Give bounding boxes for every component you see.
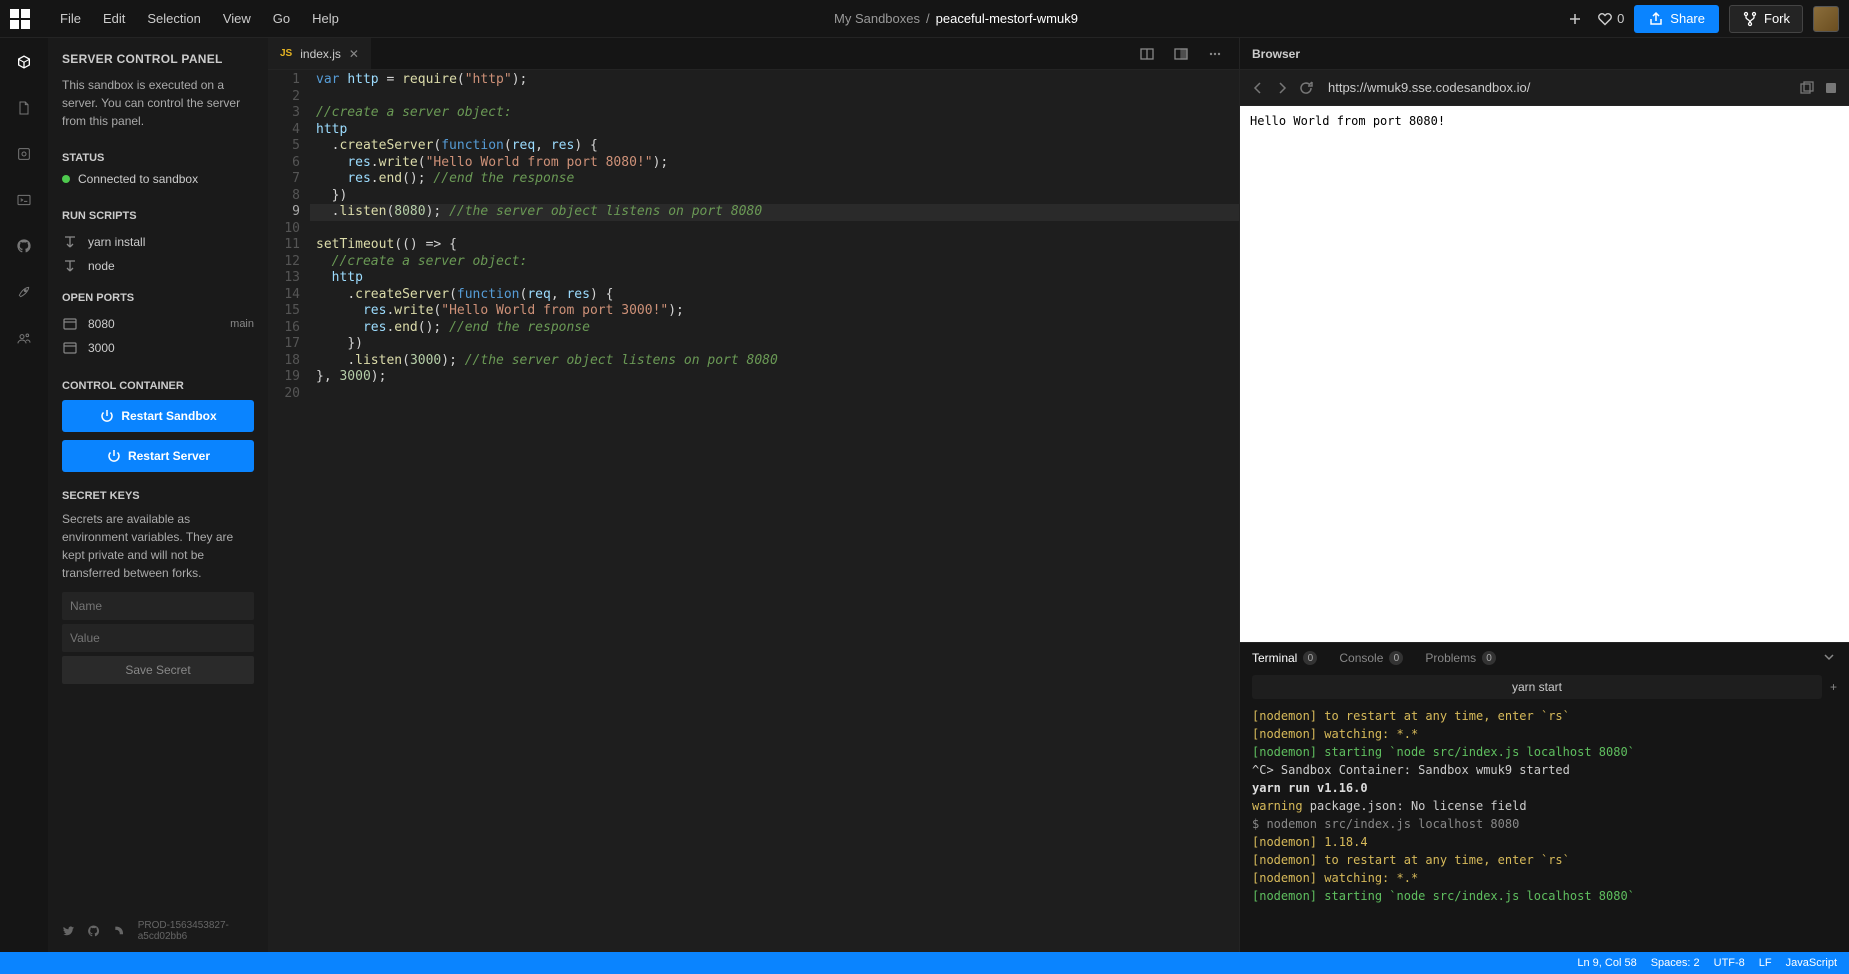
like-count[interactable]: 0 xyxy=(1597,11,1624,27)
secret-value-input[interactable] xyxy=(62,624,254,652)
breadcrumb-prefix[interactable]: My Sandboxes xyxy=(834,11,920,26)
menu-item-help[interactable]: Help xyxy=(302,5,349,32)
menu-item-go[interactable]: Go xyxy=(263,5,300,32)
share-button[interactable]: Share xyxy=(1634,5,1719,33)
avatar[interactable] xyxy=(1813,6,1839,32)
sidebar-title: SERVER CONTROL PANEL xyxy=(62,52,254,66)
status-heading: STATUS xyxy=(62,152,254,164)
open-external-icon[interactable] xyxy=(1799,80,1815,96)
run-icon xyxy=(62,234,78,250)
sidebar-footer: PROD-1563453827-a5cd02bb6 xyxy=(62,900,254,942)
status-position[interactable]: Ln 9, Col 58 xyxy=(1577,957,1636,969)
editor-body[interactable]: 1234567891011121314151617181920 var http… xyxy=(268,70,1239,952)
share-icon xyxy=(1648,11,1664,27)
menu-item-edit[interactable]: Edit xyxy=(93,5,135,32)
secrets-description: Secrets are available as environment var… xyxy=(62,510,254,582)
js-file-icon: JS xyxy=(280,48,292,59)
script-row[interactable]: yarn install xyxy=(62,230,254,254)
terminal-tab-problems[interactable]: Problems0 xyxy=(1425,651,1496,665)
terminal-subtab[interactable]: yarn start xyxy=(1252,675,1822,699)
add-terminal-icon[interactable]: + xyxy=(1830,680,1837,694)
reload-icon[interactable] xyxy=(1298,80,1314,96)
sidebar: SERVER CONTROL PANEL This sandbox is exe… xyxy=(48,38,268,952)
run-icon xyxy=(62,258,78,274)
status-text: Connected to sandbox xyxy=(78,172,198,186)
secrets-heading: SECRET KEYS xyxy=(62,490,254,502)
port-row[interactable]: 3000 xyxy=(62,336,254,360)
control-heading: CONTROL CONTAINER xyxy=(62,380,254,392)
activity-github-icon[interactable] xyxy=(10,232,38,260)
activity-server-icon[interactable] xyxy=(10,48,38,76)
status-encoding[interactable]: UTF-8 xyxy=(1714,957,1745,969)
secret-name-input[interactable] xyxy=(62,592,254,620)
browser-viewport[interactable]: Hello World from port 8080! xyxy=(1240,106,1849,642)
status-spaces[interactable]: Spaces: 2 xyxy=(1651,957,1700,969)
activity-deploy-icon[interactable] xyxy=(10,278,38,306)
browser-icon xyxy=(62,340,78,356)
tab-index-js[interactable]: JS index.js ✕ xyxy=(268,38,372,69)
split-editor-icon[interactable] xyxy=(1135,42,1159,66)
ports-heading: OPEN PORTS xyxy=(62,292,254,304)
browser-icon xyxy=(62,316,78,332)
collapse-panel-icon[interactable] xyxy=(1821,649,1837,668)
browser-header: Browser xyxy=(1240,38,1849,70)
menu-item-selection[interactable]: Selection xyxy=(137,5,210,32)
twitter-icon[interactable] xyxy=(62,923,75,939)
statusbar: Ln 9, Col 58 Spaces: 2 UTF-8 LF JavaScri… xyxy=(0,952,1849,974)
scripts-heading: RUN SCRIPTS xyxy=(62,210,254,222)
editor-tabs: JS index.js ✕ xyxy=(268,38,1239,70)
activity-config-icon[interactable] xyxy=(10,140,38,168)
status-row: Connected to sandbox xyxy=(62,172,254,186)
github-icon[interactable] xyxy=(87,923,100,939)
terminal-output[interactable]: [nodemon] to restart at any time, enter … xyxy=(1240,701,1849,952)
spectrum-icon[interactable] xyxy=(112,923,125,939)
activity-terminal-icon[interactable] xyxy=(10,186,38,214)
more-icon[interactable] xyxy=(1203,42,1227,66)
plus-icon[interactable] xyxy=(1563,7,1587,31)
restart-sandbox-button[interactable]: Restart Sandbox xyxy=(62,400,254,432)
status-eol[interactable]: LF xyxy=(1759,957,1772,969)
power-icon xyxy=(106,448,122,464)
menu-item-file[interactable]: File xyxy=(50,5,91,32)
editor-area: JS index.js ✕ 12345678910111213141516171… xyxy=(268,38,1239,952)
activity-live-icon[interactable] xyxy=(10,324,38,352)
sidebar-description: This sandbox is executed on a server. Yo… xyxy=(62,76,254,130)
status-language[interactable]: JavaScript xyxy=(1786,957,1837,969)
terminal-panel: Terminal0Console0Problems0 yarn start + … xyxy=(1240,642,1849,952)
fork-button[interactable]: Fork xyxy=(1729,5,1803,33)
url-bar[interactable] xyxy=(1322,80,1791,95)
port-row[interactable]: 8080main xyxy=(62,312,254,336)
restart-server-button[interactable]: Restart Server xyxy=(62,440,254,472)
new-window-icon[interactable] xyxy=(1823,80,1839,96)
breadcrumb: My Sandboxes / peaceful-mestorf-wmuk9 xyxy=(349,11,1563,26)
app-logo-icon[interactable] xyxy=(10,9,30,29)
activity-files-icon[interactable] xyxy=(10,94,38,122)
sandbox-name[interactable]: peaceful-mestorf-wmuk9 xyxy=(936,11,1078,26)
status-dot-icon xyxy=(62,175,70,183)
forward-icon[interactable] xyxy=(1274,80,1290,96)
tab-label: index.js xyxy=(300,47,341,61)
activity-bar xyxy=(0,38,48,952)
save-secret-button[interactable]: Save Secret xyxy=(62,656,254,684)
power-icon xyxy=(99,408,115,424)
right-panel: Browser Hello World from port 8080! Term… xyxy=(1239,38,1849,952)
close-icon[interactable]: ✕ xyxy=(349,47,359,61)
terminal-tab-terminal[interactable]: Terminal0 xyxy=(1252,651,1317,665)
browser-toolbar xyxy=(1240,70,1849,106)
layout-icon[interactable] xyxy=(1169,42,1193,66)
heart-icon xyxy=(1597,11,1613,27)
menubar: FileEditSelectionViewGoHelp My Sandboxes… xyxy=(0,0,1849,38)
script-row[interactable]: node xyxy=(62,254,254,278)
terminal-tab-console[interactable]: Console0 xyxy=(1339,651,1403,665)
fork-icon xyxy=(1742,11,1758,27)
back-icon[interactable] xyxy=(1250,80,1266,96)
menu-item-view[interactable]: View xyxy=(213,5,261,32)
build-id: PROD-1563453827-a5cd02bb6 xyxy=(138,920,254,942)
